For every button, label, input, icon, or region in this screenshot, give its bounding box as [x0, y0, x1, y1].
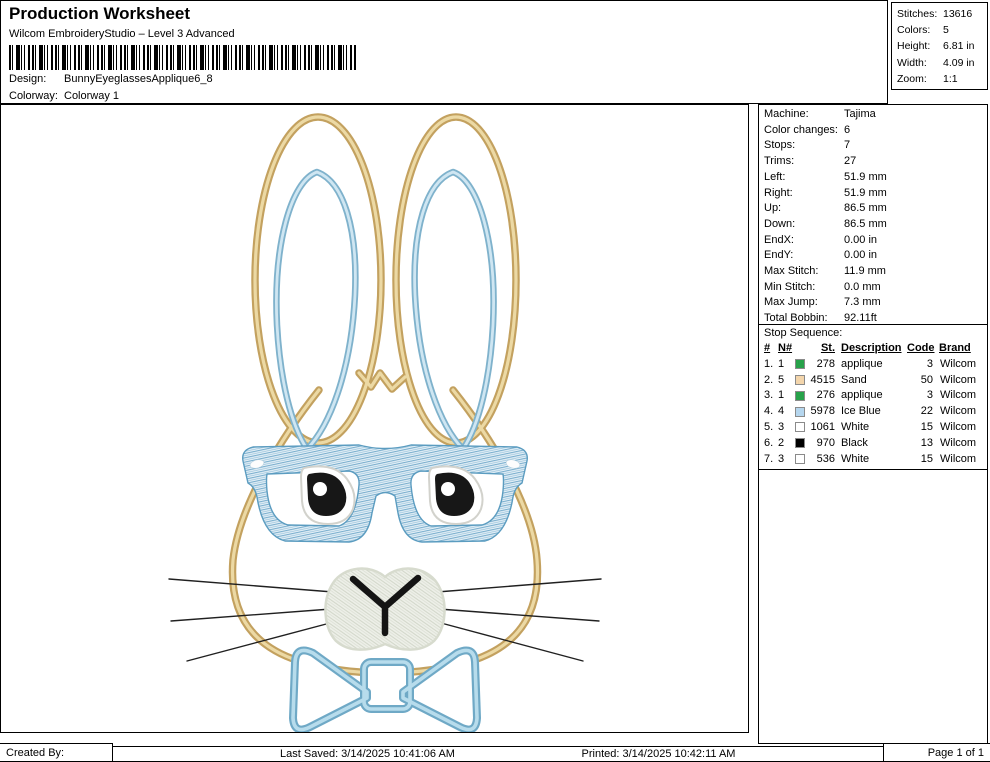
colorway-row: Colorway: Colorway 1 [9, 90, 119, 102]
machine-info-row: Machine: Tajima [764, 108, 876, 120]
machine-info-row: Max Jump: 7.3 mm [764, 296, 881, 309]
stop-sequence-box: Stop Sequence: # N# St. Description Code… [758, 325, 988, 470]
machine-info-row: Right: 51.9 mm [764, 186, 887, 199]
stop-sequence-header-row: # N# St. Description Code Brand [764, 342, 971, 354]
thread-color-swatch [795, 454, 805, 465]
colorway-label: Colorway: [9, 90, 58, 102]
stat-row: Colors: 5 [897, 24, 949, 37]
footer-page-number: Page 1 of 1 [883, 743, 990, 761]
machine-info-row: Color changes: 6 [764, 123, 851, 136]
thread-color-swatch [795, 438, 805, 449]
thread-color-swatch [795, 390, 805, 401]
machine-info-row: Stops: 7 [764, 139, 851, 152]
stat-row: Width: 4.09 in [897, 56, 975, 69]
design-row: Design: BunnyEyeglassesApplique6_8 [9, 73, 213, 85]
machine-info-row: Trims: 27 [764, 155, 857, 168]
eyeglasses [242, 444, 528, 543]
machine-info-row: EndY: 0.00 in [764, 249, 878, 262]
colorway-value: Colorway 1 [64, 90, 120, 102]
stop-sequence-row: 2. 5 4515 Sand 50 Wilcom [764, 373, 977, 386]
stop-sequence-row: 4. 4 5978 Ice Blue 22 Wilcom [764, 405, 977, 418]
machine-info-row: Left: 51.9 mm [764, 170, 887, 183]
stop-sequence-row: 1. 1 278 applique 3 Wilcom [764, 357, 977, 370]
stop-sequence-row: 6. 2 970 Black 13 Wilcom [764, 436, 977, 449]
bunny-artwork [168, 105, 602, 732]
design-stats-box: Stitches: 13616 Colors: 5 Height: 6.81 in W… [891, 2, 988, 90]
footer-divider [0, 746, 990, 747]
production-worksheet-page: Production Worksheet Wilcom EmbroiderySt… [0, 0, 990, 762]
thread-color-swatch [795, 406, 805, 417]
machine-info-row: Max Stitch: 11.9 mm [764, 265, 886, 278]
app-subtitle: Wilcom EmbroideryStudio – Level 3 Advanc… [9, 28, 235, 40]
design-value: BunnyEyeglassesApplique6_8 [64, 73, 213, 85]
stop-sequence-row: 3. 1 276 applique 3 Wilcom [764, 389, 977, 402]
stop-sequence-title: Stop Sequence: [764, 327, 843, 339]
thread-color-swatch [795, 359, 805, 370]
stat-row: Zoom: 1:1 [897, 72, 958, 85]
left-eye [299, 465, 356, 526]
stop-sequence-row: 5. 3 1061 White 15 Wilcom [764, 420, 977, 433]
stop-sequence-row: 7. 3 536 White 15 Wilcom [764, 452, 977, 465]
design-label: Design: [9, 73, 47, 85]
footer-printed: Printed: 3/14/2025 10:42:11 AM [581, 748, 736, 760]
footer-created-by: Created By: [0, 743, 113, 761]
bow-tie [293, 650, 477, 729]
thread-color-swatch [795, 375, 805, 386]
thread-color-swatch [795, 422, 805, 433]
machine-info-row: Down: 86.5 mm [764, 217, 887, 230]
nose-and-mouth [324, 567, 446, 651]
right-eye [427, 465, 484, 526]
design-canvas [0, 104, 749, 733]
stat-row: Stitches: 13616 [897, 8, 973, 20]
header-box: Production Worksheet Wilcom EmbroiderySt… [0, 0, 888, 104]
barcode [9, 45, 357, 70]
machine-info-row: EndX: 0.00 in [764, 233, 878, 246]
notes-empty-box [758, 470, 988, 744]
machine-info-row: Min Stitch: 0.0 mm [764, 280, 881, 293]
machine-info-row: Up: 86.5 mm [764, 202, 887, 215]
page-title: Production Worksheet [9, 4, 191, 23]
machine-info-box: Machine: Tajima Color changes: 6 Stops: 7 T… [758, 104, 988, 325]
stat-row: Height: 6.81 in [897, 40, 975, 53]
